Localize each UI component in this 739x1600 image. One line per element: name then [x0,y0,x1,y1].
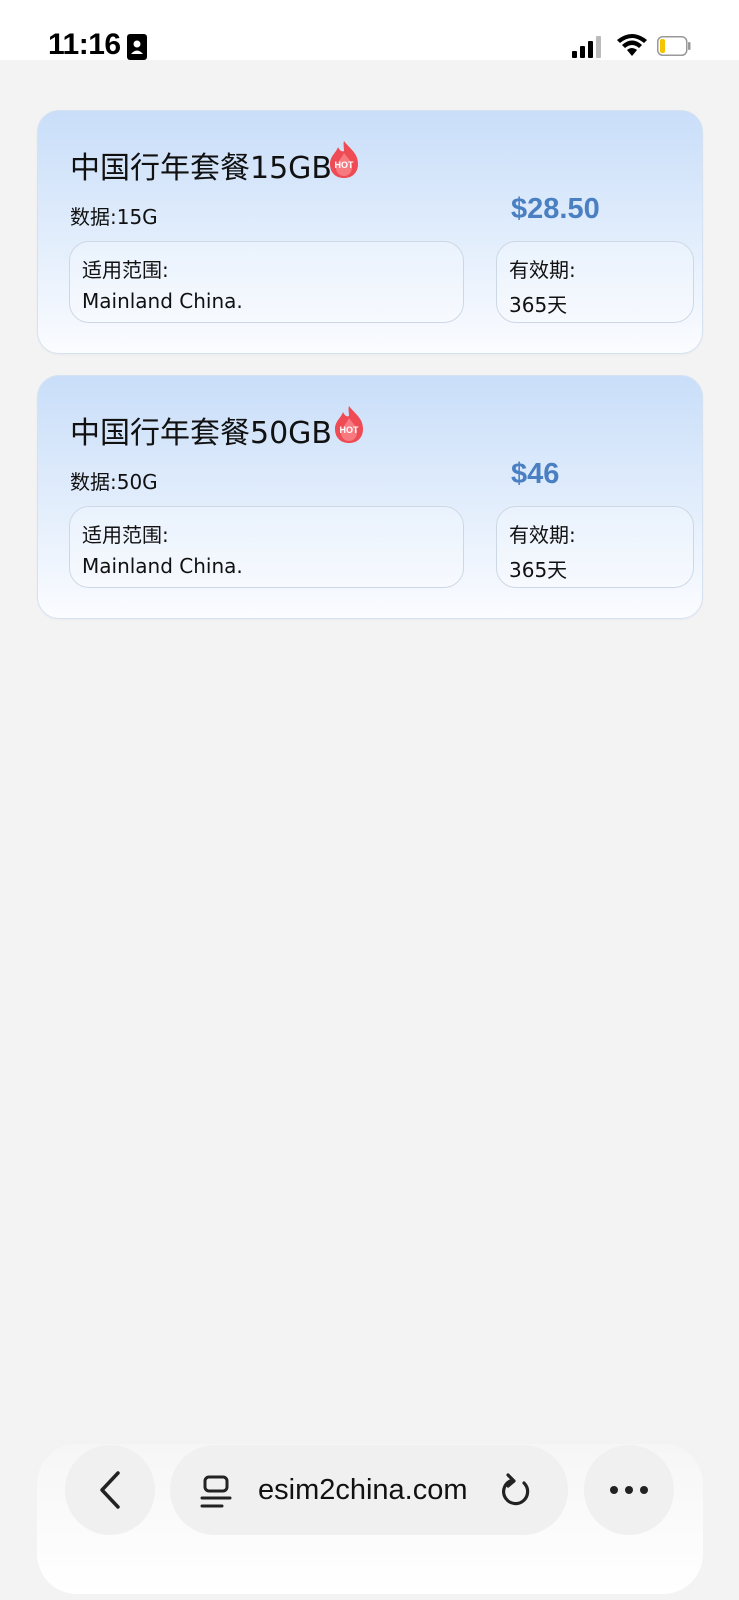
coverage-value: Mainland China. [82,554,243,578]
hot-badge-text: HOT [340,425,360,435]
validity-value: 365天 [509,558,568,582]
status-time: 11:16 [48,28,121,61]
back-button[interactable] [65,1445,155,1535]
plan-title: 中国行年套餐50GB [70,416,333,451]
coverage-value: Mainland China. [82,289,243,313]
more-icon [610,1486,648,1494]
plan-card[interactable]: 中国行年套餐15GB HOT 数据:15G $28.50 适用范围: Mainl… [37,110,703,354]
status-bar: 11:16 [0,0,739,61]
coverage-label: 适用范围: [82,523,169,547]
battery-icon [657,36,691,56]
hot-flame-icon: HOT [330,141,358,178]
reload-icon[interactable] [500,1473,532,1509]
coverage-box: 适用范围: Mainland China. [69,241,464,323]
more-button[interactable] [584,1445,674,1535]
validity-box: 有效期: 365天 [496,241,694,323]
plan-title: 中国行年套餐15GB [70,151,333,186]
hot-flame-icon: HOT [335,406,363,443]
wifi-icon [617,34,647,56]
coverage-label: 适用范围: [82,258,169,282]
hot-badge-text: HOT [335,160,355,170]
coverage-box: 适用范围: Mainland China. [69,506,464,588]
chevron-left-icon [100,1471,120,1509]
contact-card-icon [127,34,147,60]
data-amount: 数据:15G [70,205,158,229]
plan-price: $46 [511,458,560,490]
address-bar[interactable]: esim2china.com [170,1445,568,1535]
tabs-icon[interactable] [200,1475,232,1509]
signal-icon [572,36,601,58]
validity-label: 有效期: [509,523,576,547]
validity-value: 365天 [509,293,568,317]
plan-card[interactable]: 中国行年套餐50GB HOT 数据:50G $46 适用范围: Mainland… [37,375,703,619]
data-amount: 数据:50G [70,470,158,494]
validity-box: 有效期: 365天 [496,506,694,588]
url-text[interactable]: esim2china.com [258,1474,468,1507]
validity-label: 有效期: [509,258,576,282]
plan-price: $28.50 [511,193,600,225]
